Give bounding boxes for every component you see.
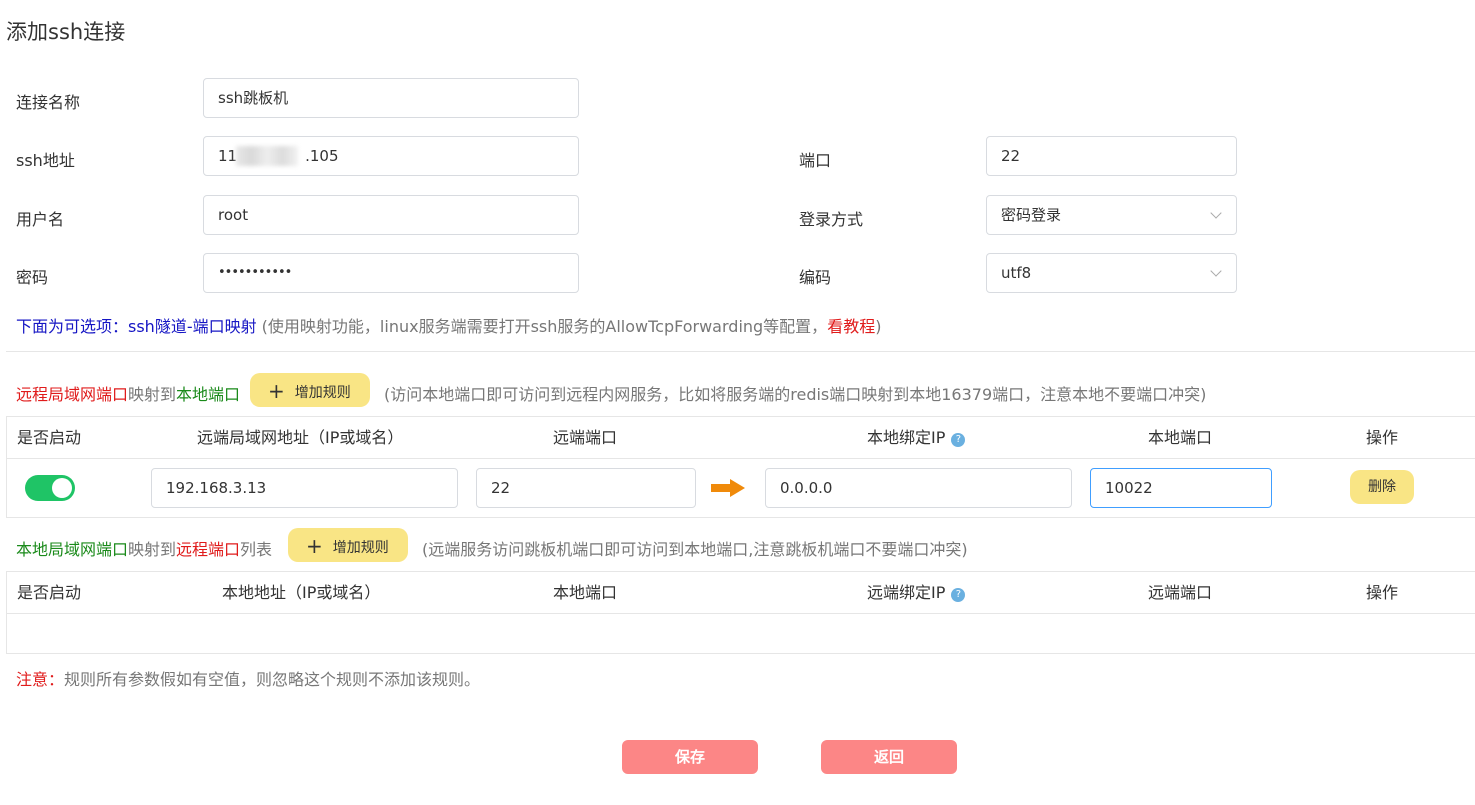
optional-hint-suffix: ) (875, 317, 882, 336)
chevron-down-icon (1210, 207, 1222, 219)
arrow-right-icon (711, 479, 745, 497)
remote-title-part1: 远程局域网端口 (16, 385, 129, 404)
col-enabled: 是否启动 (17, 583, 82, 602)
note-text: 规则所有参数假如有空值，则忽略这个规则不添加该规则。 (64, 670, 481, 689)
remote-port-input[interactable]: 22 (476, 468, 696, 508)
ssh-addr-suffix: .105 (305, 147, 339, 165)
login-method-select[interactable]: 密码登录 (986, 195, 1237, 235)
col-actions: 操作 (1366, 583, 1399, 602)
local-title-part4: 列表 (240, 540, 273, 559)
local-table-header: 是否启动 本地地址（IP或域名） 本地端口 远端绑定IP? 远端端口 操作 (7, 572, 1475, 614)
ssh-addr-prefix: 11 (218, 147, 238, 165)
col-remote-bind-ip: 远端绑定IP? (867, 572, 966, 613)
port-input[interactable]: 22 (986, 136, 1237, 176)
encoding-select[interactable]: utf8 (986, 253, 1237, 293)
remote-add-rule-button[interactable]: + 增加规则 (250, 373, 370, 407)
local-ip-input[interactable]: 0.0.0.0 (765, 468, 1072, 508)
port-label: 端口 (799, 151, 832, 170)
optional-hint-middle: (使用映射功能，linux服务端需要打开ssh服务的AllowTcpForwar… (256, 317, 828, 336)
remote-addr-input[interactable]: 192.168.3.13 (151, 468, 458, 508)
col-remote-port: 远端端口 (1148, 583, 1213, 602)
optional-hint: 下面为可选项：ssh隧道-端口映射 (使用映射功能，linux服务端需要打开ss… (16, 313, 881, 337)
tutorial-link[interactable]: 看教程 (827, 317, 875, 336)
chevron-down-icon (1210, 265, 1222, 277)
remote-section-desc: (访问本地端口即可访问到远程内网服务，比如将服务端的redis端口映射到本地16… (384, 385, 1207, 404)
rule-enabled-toggle[interactable] (25, 475, 75, 501)
col-enabled: 是否启动 (17, 428, 82, 447)
login-method-value: 密码登录 (1001, 206, 1062, 224)
conn-name-label: 连接名称 (16, 93, 81, 112)
help-icon[interactable]: ? (951, 588, 966, 602)
note: 注意：规则所有参数假如有空值，则忽略这个规则不添加该规则。 (16, 666, 480, 690)
remote-table-header: 是否启动 远端局域网地址（IP或域名） 远端端口 本地绑定IP? 本地端口 操作 (7, 417, 1475, 459)
user-input[interactable]: root (203, 195, 579, 235)
divider (6, 351, 1475, 352)
ssh-addr-input[interactable]: 11 .105 (203, 136, 579, 176)
login-method-label: 登录方式 (799, 210, 864, 229)
local-add-rule-button[interactable]: + 增加规则 (288, 528, 408, 562)
conn-name-input[interactable]: ssh跳板机 (203, 78, 579, 118)
local-title-part2: 映射到 (128, 540, 177, 559)
ssh-addr-label: ssh地址 (16, 151, 75, 170)
encoding-value: utf8 (1001, 264, 1032, 282)
col-local-port: 本地端口 (553, 583, 618, 602)
col-local-port: 本地端口 (1148, 428, 1213, 447)
col-remote-addr: 远端局域网地址（IP或域名） (197, 428, 404, 447)
remote-section-title: 远程局域网端口映射到本地端口 (16, 381, 240, 405)
local-title-part1: 本地局域网端口 (16, 540, 129, 559)
local-section-title: 本地局域网端口映射到远程端口列表 (16, 536, 272, 560)
toggle-knob (52, 478, 72, 498)
col-local-ip: 本地绑定IP? (867, 417, 966, 458)
password-label: 密码 (16, 268, 49, 287)
col-remote-port: 远端端口 (553, 428, 618, 447)
note-label: 注意： (16, 670, 65, 689)
local-add-rule-label: 增加规则 (332, 540, 389, 556)
password-input[interactable]: ••••••••••• (203, 253, 579, 293)
redaction-blur (236, 146, 298, 166)
plus-icon: + (306, 534, 323, 558)
col-actions: 操作 (1366, 428, 1399, 447)
col-remote-bind-ip-label: 远端绑定IP (867, 583, 946, 602)
encoding-label: 编码 (799, 268, 832, 287)
local-rules-table: 是否启动 本地地址（IP或域名） 本地端口 远端绑定IP? 远端端口 操作 (6, 571, 1475, 654)
plus-icon: + (268, 379, 285, 403)
optional-hint-prefix: 下面为可选项：ssh隧道-端口映射 (16, 317, 257, 336)
remote-title-part2: 映射到 (128, 385, 177, 404)
col-local-ip-label: 本地绑定IP (867, 428, 946, 447)
remote-add-rule-label: 增加规则 (294, 385, 351, 401)
local-title-part3: 远程端口 (176, 540, 241, 559)
remote-title-part3: 本地端口 (176, 385, 241, 404)
local-section-desc: (远端服务访问跳板机端口即可访问到本地端口,注意跳板机端口不要端口冲突) (422, 540, 968, 559)
user-label: 用户名 (16, 210, 65, 229)
local-port-input[interactable]: 10022 (1090, 468, 1272, 508)
save-button[interactable]: 保存 (622, 740, 758, 774)
help-icon[interactable]: ? (951, 433, 966, 447)
col-local-addr: 本地地址（IP或域名） (222, 583, 381, 602)
page-title: 添加ssh连接 (6, 20, 126, 44)
delete-rule-button[interactable]: 删除 (1350, 470, 1414, 504)
back-button[interactable]: 返回 (821, 740, 957, 774)
